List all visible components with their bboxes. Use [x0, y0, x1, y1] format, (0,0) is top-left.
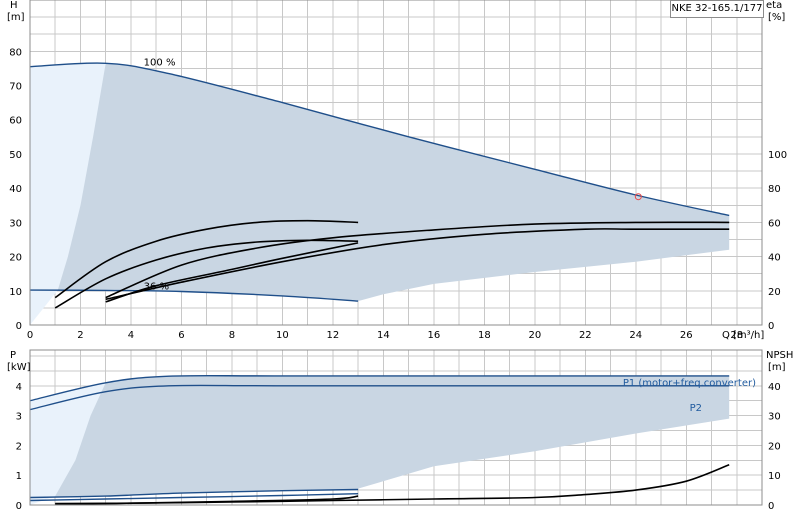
x-axis-tick: 10	[276, 330, 289, 341]
upper-y-left-tick: 60	[9, 116, 22, 127]
x-axis-tick: 4	[128, 330, 134, 341]
lower-y-right-tick: 0	[768, 501, 774, 512]
upper-y-left-tick: 20	[9, 253, 22, 264]
x-axis-name: Q	[722, 330, 730, 341]
x-axis-tick: 12	[327, 330, 340, 341]
lower-y-right-tick: 40	[768, 382, 781, 393]
upper-y-right-tick: 20	[768, 287, 781, 298]
x-axis-tick: 22	[579, 330, 592, 341]
upper-y-right-tick: 80	[768, 184, 781, 195]
lower-y-right-tick: 10	[768, 471, 781, 482]
upper-right-axis-unit: [%]	[768, 12, 785, 23]
lower-y-left-tick: 4	[16, 382, 22, 393]
lower-right-axis-name: NPSH	[766, 350, 793, 361]
upper-left-axis-name: H	[10, 0, 18, 11]
lower-panel-plot	[29, 374, 730, 505]
lower-operating-region	[30, 375, 730, 498]
lower-y-left-tick: 0	[16, 501, 22, 512]
speed-annotation: 36 %	[144, 282, 169, 293]
x-axis-tick: 16	[427, 330, 440, 341]
upper-y-left-tick: 10	[9, 287, 22, 298]
upper-y-right-tick: 0	[768, 321, 774, 332]
lower-y-right-tick: 20	[768, 441, 781, 452]
x-axis-unit: [m³/h]	[733, 330, 764, 341]
pump-model-label: NKE 32-165.1/177	[670, 0, 764, 18]
upper-left-axis-unit: [m]	[7, 12, 25, 23]
lower-y-left-tick: 1	[16, 471, 22, 482]
speed-annotation: 100 %	[144, 58, 176, 69]
lower-left-axis-name: P	[10, 350, 16, 361]
upper-y-right-tick: 60	[768, 218, 781, 229]
upper-y-left-tick: 0	[16, 321, 22, 332]
x-axis-tick: 0	[27, 330, 33, 341]
x-axis-tick: 18	[478, 330, 491, 341]
p2-series-label: P2	[690, 403, 702, 414]
upper-y-left-tick: 40	[9, 184, 22, 195]
x-axis-tick: 14	[377, 330, 390, 341]
p1-series-label: P1 (motor+freq.converter)	[623, 378, 756, 389]
x-axis-tick: 8	[229, 330, 235, 341]
x-axis-tick: 24	[629, 330, 642, 341]
upper-y-left-tick: 80	[9, 47, 22, 58]
lower-y-left-tick: 3	[16, 412, 22, 423]
lower-left-axis-unit: [kW]	[7, 362, 31, 373]
upper-y-left-tick: 50	[9, 150, 22, 161]
upper-y-right-tick: 40	[768, 253, 781, 264]
x-axis-tick: 2	[77, 330, 83, 341]
x-axis-tick: 20	[528, 330, 541, 341]
x-axis-tick: 26	[680, 330, 693, 341]
lower-right-axis-unit: [m]	[768, 362, 786, 373]
lower-y-left-tick: 2	[16, 441, 22, 452]
upper-y-right-tick: 100	[768, 150, 787, 161]
upper-y-left-tick: 70	[9, 82, 22, 93]
upper-right-axis-name: eta	[766, 0, 782, 11]
upper-y-left-tick: 30	[9, 218, 22, 229]
x-axis-tick: 6	[178, 330, 184, 341]
upper-operating-region	[30, 63, 730, 302]
pump-performance-chart: 01020304050607080020406080100H[m]eta[%]0…	[7, 0, 793, 512]
lower-y-right-tick: 30	[768, 412, 781, 423]
